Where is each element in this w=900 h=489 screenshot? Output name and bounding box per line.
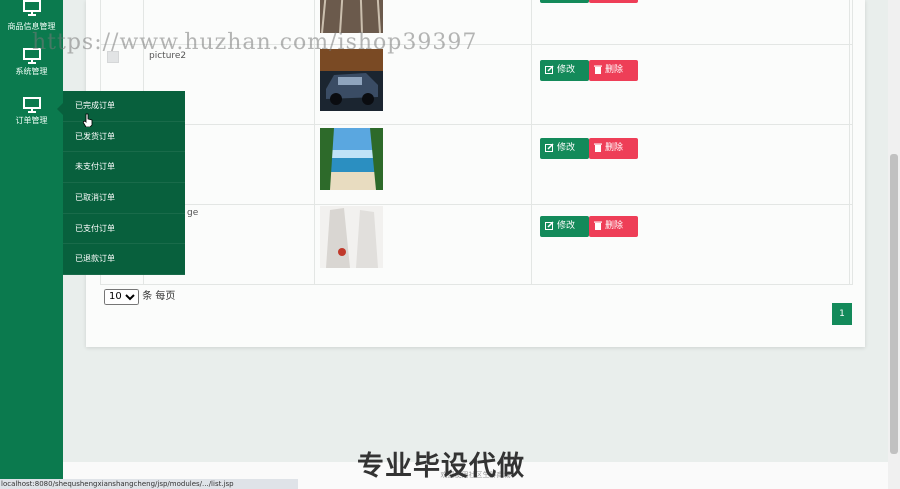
table-row <box>99 44 853 125</box>
delete-label: 删除 <box>605 221 624 231</box>
submenu-item-refunded[interactable]: 已退款订单 <box>63 244 185 275</box>
edit-label: 修改 <box>557 221 576 231</box>
hand-cursor-icon <box>83 113 93 127</box>
edit-icon <box>545 65 554 74</box>
edit-button[interactable] <box>540 0 589 3</box>
scrollbar-thumb[interactable] <box>890 154 898 454</box>
submenu-item-paid[interactable]: 已支付订单 <box>63 214 185 245</box>
trash-icon <box>594 143 602 152</box>
edit-icon <box>545 143 554 152</box>
monitor-icon <box>22 0 41 16</box>
trash-icon <box>594 221 602 230</box>
watermark-banner: 专业毕设代做 <box>357 451 525 482</box>
monitor-icon <box>22 97 41 113</box>
main-content: picture2 修改 删除 修改 删除 ge 修改 删除 10 条 每页 1 <box>63 0 888 462</box>
sidebar-item-label: 订单管理 <box>15 116 48 125</box>
submenu-item-shipped[interactable]: 已发货订单 <box>63 122 185 153</box>
submenu-item-unpaid[interactable]: 未支付订单 <box>63 152 185 183</box>
product-image <box>320 206 383 268</box>
edit-icon <box>545 221 554 230</box>
page-number-button[interactable]: 1 <box>832 303 852 325</box>
delete-label: 删除 <box>605 143 624 153</box>
edit-button[interactable]: 修改 <box>540 60 589 81</box>
product-image <box>320 49 383 111</box>
table-row <box>99 124 853 205</box>
watermark-url: https://www.huzhan.com/ishop39397 <box>32 30 478 55</box>
trash-icon <box>594 65 602 74</box>
edit-label: 修改 <box>557 65 576 75</box>
delete-button[interactable]: 删除 <box>589 216 638 237</box>
page-size-select[interactable]: 10 <box>104 288 139 305</box>
edit-button[interactable]: 修改 <box>540 216 589 237</box>
page-size-suffix: 条 每页 <box>142 291 176 302</box>
sidebar-item-goods[interactable]: 商品信息管理 <box>0 0 63 32</box>
product-image <box>320 128 383 190</box>
status-bar-url: localhost:8080/shequshengxianshangcheng/… <box>0 479 298 489</box>
table-row <box>99 204 853 285</box>
orders-submenu: 已完成订单 已发货订单 未支付订单 已取消订单 已支付订单 已退款订单 <box>57 91 185 275</box>
edit-button[interactable]: 修改 <box>540 138 589 159</box>
vertical-scrollbar[interactable] <box>888 0 900 489</box>
delete-button[interactable]: 删除 <box>589 138 638 159</box>
sidebar-item-label: 系统管理 <box>15 67 48 76</box>
delete-button[interactable]: 删除 <box>589 60 638 81</box>
submenu-item-cancelled[interactable]: 已取消订单 <box>63 183 185 214</box>
sidebar-item-orders[interactable]: 订单管理 <box>0 97 63 126</box>
submenu-arrow <box>57 103 63 115</box>
delete-label: 删除 <box>605 65 624 75</box>
submenu-item-completed[interactable]: 已完成订单 <box>63 91 185 122</box>
product-name: ge <box>187 208 199 218</box>
edit-label: 修改 <box>557 143 576 153</box>
page-size-control: 10 条 每页 <box>104 287 175 305</box>
sidebar: 商品信息管理 系统管理 订单管理 <box>0 0 63 479</box>
product-image <box>320 0 383 33</box>
delete-button[interactable] <box>589 0 638 3</box>
